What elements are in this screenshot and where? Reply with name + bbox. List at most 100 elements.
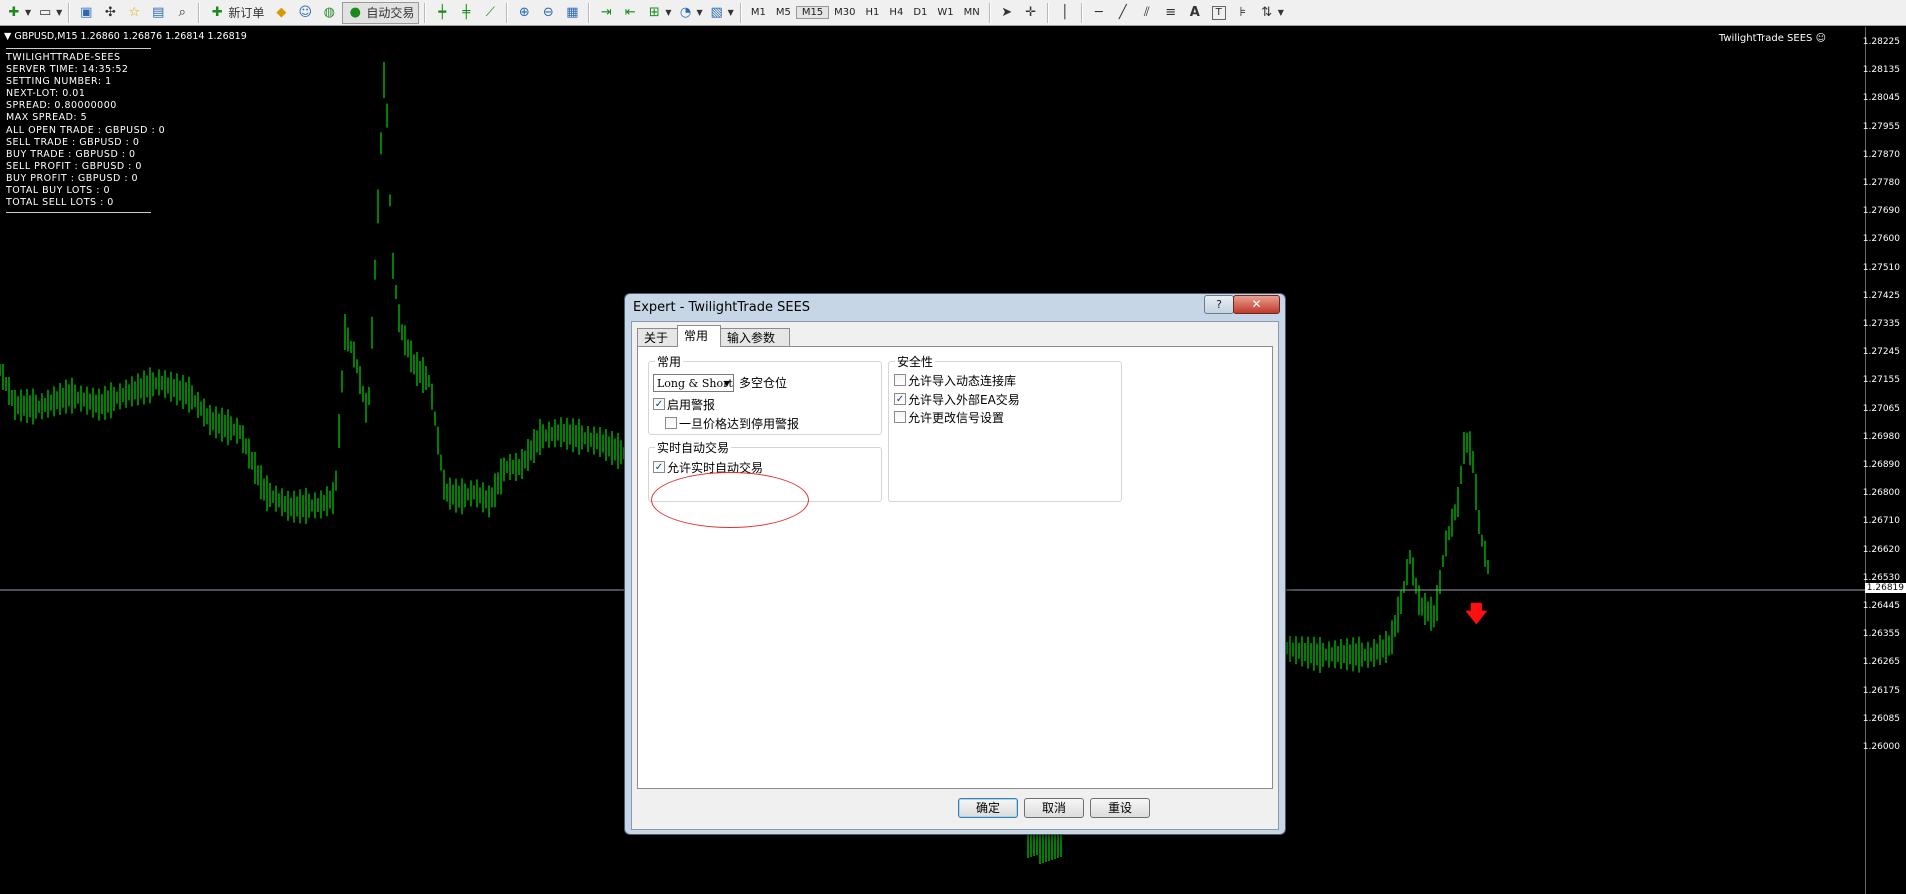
chart-shift-button[interactable]: ⇤	[619, 2, 641, 24]
info-sell-trade: SELL TRADE : GBPUSD : 0	[6, 136, 140, 148]
chevron-down-icon[interactable]: ▼	[697, 8, 703, 17]
timeframe-h4[interactable]: H4	[884, 7, 908, 18]
timeframe-d1[interactable]: D1	[908, 7, 932, 18]
fibo-fan-button[interactable]: ⊧	[1232, 2, 1254, 24]
chevron-down-icon[interactable]: ▼	[25, 8, 31, 17]
timeframe-m1[interactable]: M1	[746, 7, 771, 18]
fibonacci-button[interactable]: ≡	[1160, 2, 1182, 24]
allow-signal-modify-checkbox[interactable]	[894, 411, 906, 423]
tab-inputs[interactable]: 输入参数	[720, 328, 790, 346]
window-icon: ▭	[39, 4, 52, 20]
tab-about[interactable]: 关于	[637, 328, 678, 346]
zoom-out-icon: ⊖	[542, 4, 554, 20]
disable-alert-checkbox[interactable]	[665, 417, 677, 429]
price-axis-label: 1.26355	[1862, 629, 1900, 640]
terminal-button[interactable]: ▤	[147, 2, 169, 24]
disable-alert-label: 一旦价格达到停用警报	[679, 417, 800, 431]
new-chart-button[interactable]: ✚	[3, 2, 25, 24]
enable-alerts-checkbox[interactable]: ✓	[653, 398, 665, 410]
chevron-down-icon[interactable]: ▼	[1278, 8, 1284, 17]
strategy-tester-button[interactable]: ⌕	[171, 2, 193, 24]
new-order-button[interactable]: ✚ 新订单	[205, 2, 268, 24]
person-icon: ☺	[298, 4, 313, 20]
allow-dll-checkbox[interactable]	[894, 374, 906, 386]
profiles-button[interactable]: ▭	[34, 2, 56, 24]
cursor-button[interactable]: ➤	[996, 2, 1018, 24]
vertical-line-button[interactable]: │	[1054, 2, 1076, 24]
allow-signal-modify-label: 允许更改信号设置	[908, 411, 1005, 425]
line-chart-icon: ⟋	[485, 4, 495, 20]
info-setting-number: SETTING NUMBER: 1	[6, 76, 112, 88]
price-axis-label: 1.27065	[1862, 403, 1900, 414]
indicators-button[interactable]: ⊞	[643, 2, 665, 24]
reset-button[interactable]: 重设	[1090, 798, 1150, 818]
bar-chart-button[interactable]: ┿	[431, 2, 453, 24]
data-window-button[interactable]: ✣	[99, 2, 121, 24]
diamond-icon: ◆	[276, 4, 287, 20]
chevron-down-icon: ▼	[723, 379, 730, 388]
timeframe-w1[interactable]: W1	[932, 7, 958, 18]
ok-button[interactable]: 确定	[958, 798, 1018, 818]
text-label-button[interactable]: T	[1208, 2, 1230, 24]
allow-live-trading-checkbox[interactable]: ✓	[653, 461, 665, 473]
tile-icon: ▦	[566, 4, 579, 20]
signals-button[interactable]: ◍	[318, 2, 340, 24]
price-axis-label: 1.28045	[1862, 93, 1900, 104]
tile-windows-button[interactable]: ▦	[561, 2, 583, 24]
auto-scroll-icon: ⇥	[600, 4, 612, 20]
auto-scroll-button[interactable]: ⇥	[595, 2, 617, 24]
main-toolbar: ✚ ▼ ▭ ▼ ▣ ✣ ☆ ▤ ⌕ ✚ 新订单 ◆ ☺ ◍ ● 自动交易 ┿ ╪ ⟋ ⊕…	[0, 0, 1906, 26]
info-server-time: SERVER TIME: 14:35:52	[6, 64, 129, 76]
market-watch-icon: ▣	[80, 4, 93, 20]
chevron-down-icon[interactable]: ▼	[665, 8, 671, 17]
price-axis-label: 1.27245	[1862, 347, 1900, 358]
allow-external-ea-label: 允许导入外部EA交易	[908, 393, 1020, 407]
price-axis-label: 1.28225	[1862, 37, 1900, 47]
channel-button[interactable]: ⫽	[1136, 2, 1158, 24]
trendline-button[interactable]: ╱	[1112, 2, 1134, 24]
current-price-tag: 1.26819	[1864, 583, 1906, 593]
help-button[interactable]: ?	[1204, 295, 1234, 314]
price-axis-label: 1.26265	[1862, 657, 1900, 668]
allow-external-ea-checkbox[interactable]: ✓	[894, 393, 906, 405]
navigator-button[interactable]: ☆	[123, 2, 145, 24]
position-select[interactable]: Long & Short ▼	[653, 374, 734, 392]
market-watch-button[interactable]: ▣	[75, 2, 97, 24]
plus-icon: ✚	[8, 4, 20, 20]
crosshair-button[interactable]: ✛	[1020, 2, 1042, 24]
crosshair-icon: ✣	[104, 4, 116, 20]
timeframe-h1[interactable]: H1	[861, 7, 885, 18]
dialog-title: Expert - TwilightTrade SEES	[633, 300, 811, 315]
close-button[interactable]: ✕	[1233, 295, 1280, 314]
trendline-icon: ╱	[1118, 4, 1127, 20]
community-button[interactable]: ☺	[294, 2, 316, 24]
candlestick-button[interactable]: ╪	[455, 2, 477, 24]
text-button[interactable]: A	[1184, 2, 1206, 24]
chevron-down-icon[interactable]: ▼	[56, 8, 62, 17]
timeframe-mn[interactable]: MN	[959, 7, 985, 18]
template-icon: ▧	[710, 4, 723, 20]
line-chart-button[interactable]: ⟋	[479, 2, 501, 24]
auto-trading-button[interactable]: ● 自动交易	[342, 1, 420, 24]
templates-button[interactable]: ▧	[706, 2, 728, 24]
timeframe-m5[interactable]: M5	[771, 7, 796, 18]
zoom-in-button[interactable]: ⊕	[513, 2, 535, 24]
info-next-lot: NEXT-LOT: 0.01	[6, 88, 86, 100]
price-axis-label: 1.27780	[1862, 178, 1900, 188]
meta-editor-button[interactable]: ◆	[270, 2, 292, 24]
group-common-title: 常用	[655, 353, 684, 370]
zoom-out-button[interactable]: ⊖	[537, 2, 559, 24]
timeframe-m30[interactable]: M30	[829, 7, 860, 18]
chevron-down-icon[interactable]: ▼	[728, 8, 734, 17]
horizontal-line-button[interactable]: ─	[1088, 2, 1110, 24]
fibo-fan-icon: ⊧	[1239, 4, 1247, 20]
timeframe-m15[interactable]: M15	[795, 6, 830, 19]
tab-common[interactable]: 常用	[677, 325, 721, 347]
symbol-header-text: GBPUSD,M15 1.26860 1.26876 1.26814 1.268…	[14, 31, 247, 42]
periods-button[interactable]: ◔	[675, 2, 697, 24]
chevron-down-icon[interactable]: ▼	[4, 31, 14, 42]
cancel-button[interactable]: 取消	[1024, 798, 1084, 818]
price-axis-label: 1.27600	[1862, 234, 1900, 245]
arrows-button[interactable]: ⇅	[1256, 2, 1278, 24]
auto-trading-icon: ●	[349, 4, 361, 20]
